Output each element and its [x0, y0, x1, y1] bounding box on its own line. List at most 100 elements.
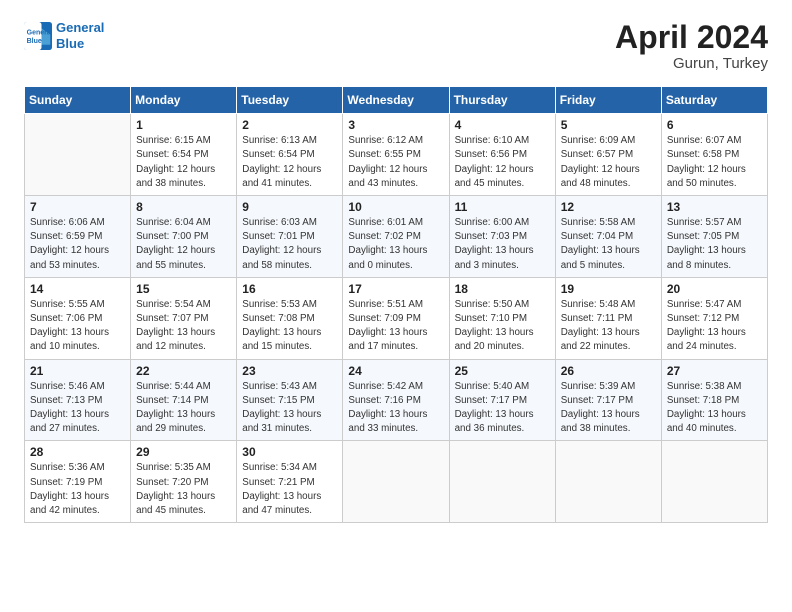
- day-info-line: Sunrise: 6:13 AM: [242, 134, 337, 148]
- day-info-line: Daylight: 13 hours: [667, 408, 762, 422]
- day-info-line: and 27 minutes.: [30, 422, 125, 436]
- day-info-line: and 31 minutes.: [242, 422, 337, 436]
- weekday-header: Saturday: [661, 87, 767, 114]
- calendar-cell: 10Sunrise: 6:01 AMSunset: 7:02 PMDayligh…: [343, 196, 449, 278]
- calendar-cell: 29Sunrise: 5:35 AMSunset: 7:20 PMDayligh…: [131, 441, 237, 523]
- calendar-cell: 21Sunrise: 5:46 AMSunset: 7:13 PMDayligh…: [25, 359, 131, 441]
- day-info-line: and 38 minutes.: [561, 422, 656, 436]
- day-info-line: Sunrise: 5:43 AM: [242, 380, 337, 394]
- calendar-cell: 4Sunrise: 6:10 AMSunset: 6:56 PMDaylight…: [449, 114, 555, 196]
- day-info-line: Daylight: 12 hours: [561, 163, 656, 177]
- day-info-line: Sunrise: 5:46 AM: [30, 380, 125, 394]
- day-number: 15: [136, 282, 231, 296]
- day-info-line: Daylight: 12 hours: [455, 163, 550, 177]
- day-info-line: Daylight: 12 hours: [667, 163, 762, 177]
- day-info-line: Daylight: 13 hours: [348, 326, 443, 340]
- calendar-cell: 7Sunrise: 6:06 AMSunset: 6:59 PMDaylight…: [25, 196, 131, 278]
- day-info-line: and 42 minutes.: [30, 504, 125, 518]
- day-info-line: Daylight: 13 hours: [667, 326, 762, 340]
- day-number: 11: [455, 200, 550, 214]
- day-info-line: and 29 minutes.: [136, 422, 231, 436]
- day-info-line: Sunrise: 5:40 AM: [455, 380, 550, 394]
- day-info-line: Daylight: 12 hours: [136, 244, 231, 258]
- title-block: April 2024 Gurun, Turkey: [615, 20, 768, 72]
- day-info-line: Daylight: 13 hours: [136, 490, 231, 504]
- day-info-line: Sunrise: 6:09 AM: [561, 134, 656, 148]
- day-info-line: Daylight: 13 hours: [667, 244, 762, 258]
- day-number: 27: [667, 364, 762, 378]
- calendar-week-row: 28Sunrise: 5:36 AMSunset: 7:19 PMDayligh…: [25, 441, 768, 523]
- day-info-line: Sunrise: 6:06 AM: [30, 216, 125, 230]
- calendar-cell: 12Sunrise: 5:58 AMSunset: 7:04 PMDayligh…: [555, 196, 661, 278]
- calendar-cell: 23Sunrise: 5:43 AMSunset: 7:15 PMDayligh…: [237, 359, 343, 441]
- calendar-cell: 3Sunrise: 6:12 AMSunset: 6:55 PMDaylight…: [343, 114, 449, 196]
- day-info-line: Sunrise: 5:47 AM: [667, 298, 762, 312]
- day-info-line: Sunrise: 6:04 AM: [136, 216, 231, 230]
- calendar-cell: 24Sunrise: 5:42 AMSunset: 7:16 PMDayligh…: [343, 359, 449, 441]
- calendar-cell: [343, 441, 449, 523]
- day-info-line: Sunrise: 5:54 AM: [136, 298, 231, 312]
- day-info-line: Daylight: 13 hours: [30, 326, 125, 340]
- day-info-line: Sunset: 7:16 PM: [348, 394, 443, 408]
- day-number: 5: [561, 118, 656, 132]
- day-info-line: Sunset: 7:02 PM: [348, 230, 443, 244]
- day-number: 25: [455, 364, 550, 378]
- calendar-cell: 18Sunrise: 5:50 AMSunset: 7:10 PMDayligh…: [449, 277, 555, 359]
- day-info-line: Sunrise: 5:57 AM: [667, 216, 762, 230]
- day-info-line: Sunset: 7:17 PM: [561, 394, 656, 408]
- day-info-line: Sunset: 7:07 PM: [136, 312, 231, 326]
- weekday-header: Monday: [131, 87, 237, 114]
- day-info-line: Sunset: 7:08 PM: [242, 312, 337, 326]
- day-info-line: Sunset: 7:06 PM: [30, 312, 125, 326]
- calendar-cell: 30Sunrise: 5:34 AMSunset: 7:21 PMDayligh…: [237, 441, 343, 523]
- day-info-line: Sunset: 7:11 PM: [561, 312, 656, 326]
- svg-text:General: General: [27, 29, 52, 36]
- day-info-line: Daylight: 13 hours: [561, 326, 656, 340]
- calendar-cell: [449, 441, 555, 523]
- day-info-line: Sunset: 7:12 PM: [667, 312, 762, 326]
- calendar-cell: [25, 114, 131, 196]
- calendar-cell: 27Sunrise: 5:38 AMSunset: 7:18 PMDayligh…: [661, 359, 767, 441]
- day-info-line: and 3 minutes.: [455, 259, 550, 273]
- day-info-line: Sunset: 7:14 PM: [136, 394, 231, 408]
- day-number: 1: [136, 118, 231, 132]
- calendar-cell: 14Sunrise: 5:55 AMSunset: 7:06 PMDayligh…: [25, 277, 131, 359]
- day-info-line: Sunrise: 5:50 AM: [455, 298, 550, 312]
- calendar-week-row: 21Sunrise: 5:46 AMSunset: 7:13 PMDayligh…: [25, 359, 768, 441]
- day-info-line: and 48 minutes.: [561, 177, 656, 191]
- day-info-line: Daylight: 13 hours: [561, 408, 656, 422]
- day-info-line: Sunset: 7:05 PM: [667, 230, 762, 244]
- day-info-line: Sunset: 7:19 PM: [30, 476, 125, 490]
- day-info-line: and 5 minutes.: [561, 259, 656, 273]
- day-number: 29: [136, 445, 231, 459]
- day-info-line: and 24 minutes.: [667, 340, 762, 354]
- day-info-line: Sunrise: 5:48 AM: [561, 298, 656, 312]
- day-info-line: Daylight: 13 hours: [30, 490, 125, 504]
- day-info-line: and 47 minutes.: [242, 504, 337, 518]
- day-info-line: Daylight: 13 hours: [561, 244, 656, 258]
- day-info-line: Daylight: 12 hours: [30, 244, 125, 258]
- day-info-line: Daylight: 13 hours: [136, 326, 231, 340]
- day-number: 7: [30, 200, 125, 214]
- calendar-cell: 22Sunrise: 5:44 AMSunset: 7:14 PMDayligh…: [131, 359, 237, 441]
- day-number: 14: [30, 282, 125, 296]
- day-info-line: and 41 minutes.: [242, 177, 337, 191]
- calendar-cell: 8Sunrise: 6:04 AMSunset: 7:00 PMDaylight…: [131, 196, 237, 278]
- weekday-header: Sunday: [25, 87, 131, 114]
- day-info-line: and 43 minutes.: [348, 177, 443, 191]
- day-info-line: Sunset: 7:01 PM: [242, 230, 337, 244]
- day-info-line: Sunset: 7:00 PM: [136, 230, 231, 244]
- day-number: 17: [348, 282, 443, 296]
- day-info-line: Sunrise: 5:34 AM: [242, 461, 337, 475]
- header: General Blue General Blue April 2024 Gur…: [24, 20, 768, 72]
- day-info-line: Sunset: 6:55 PM: [348, 148, 443, 162]
- day-info-line: Daylight: 13 hours: [348, 408, 443, 422]
- day-number: 18: [455, 282, 550, 296]
- day-info-line: and 38 minutes.: [136, 177, 231, 191]
- day-number: 19: [561, 282, 656, 296]
- weekday-header: Friday: [555, 87, 661, 114]
- day-info-line: Sunset: 6:56 PM: [455, 148, 550, 162]
- weekday-header: Tuesday: [237, 87, 343, 114]
- day-info-line: and 22 minutes.: [561, 340, 656, 354]
- day-info-line: and 55 minutes.: [136, 259, 231, 273]
